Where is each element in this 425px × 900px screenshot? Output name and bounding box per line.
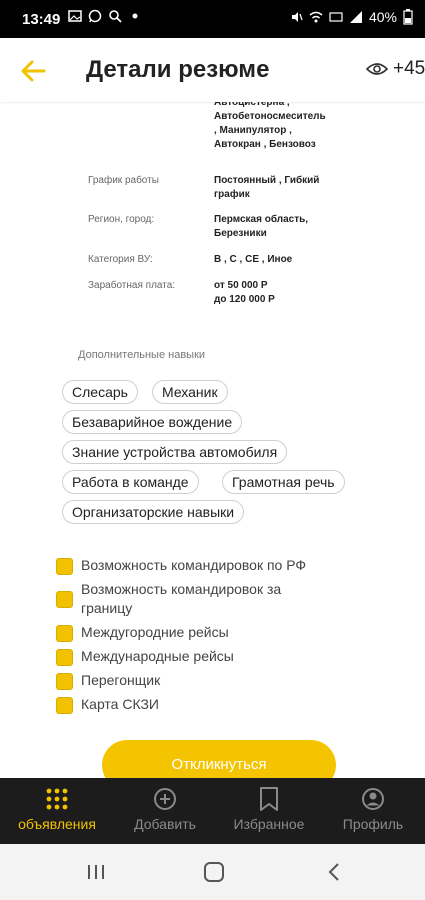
field-value: Постоянный , Гибкий график	[214, 175, 320, 200]
wifi-icon	[309, 11, 323, 23]
system-nav-bar	[0, 844, 425, 900]
recents-button[interactable]	[76, 858, 116, 886]
checkbox-label: Возможность командировок за границу	[81, 581, 282, 616]
home-icon	[204, 862, 224, 882]
nav-item-ads[interactable]: объявления	[4, 786, 110, 832]
field-value: Пермская область, Березники	[214, 214, 309, 239]
status-time: 13:49	[22, 11, 61, 28]
checkbox-row[interactable]: Перегонщик	[56, 671, 351, 690]
field-label: Регион, город:	[88, 214, 155, 225]
bottom-nav: объявления Добавить Избранное Профиль	[0, 778, 425, 844]
battery-icon	[403, 9, 413, 25]
field-label: График работы	[88, 175, 159, 186]
skill-chip: Безаварийное вождение	[62, 410, 243, 434]
checkbox-checked[interactable]	[56, 625, 73, 642]
nav-item-add[interactable]: Добавить	[112, 786, 218, 832]
checkbox-label: Перегонщик	[81, 672, 161, 688]
views-counter: +45	[366, 58, 425, 80]
skill-chip: Работа в команде	[62, 470, 199, 494]
checkbox-label: Международные рейсы	[81, 648, 234, 664]
skill-chip: Знание устройства автомобиля	[62, 440, 288, 464]
field-value: B , C , CE , Иное	[214, 254, 293, 265]
skill-chip: Механик	[152, 380, 228, 404]
app-bar: Детали резюме +45	[0, 38, 425, 102]
checkbox-label: Междугородние рейсы	[81, 624, 229, 640]
checkbox-row[interactable]: Международные рейсы	[56, 647, 351, 666]
checkbox-checked[interactable]	[56, 558, 73, 575]
nav-label: Добавить	[134, 816, 196, 832]
home-button[interactable]	[194, 858, 234, 886]
checkbox-checked[interactable]	[56, 591, 73, 608]
signal-icon	[349, 11, 362, 23]
vehicle-types-value: Автоцистерна , Автобетоносмеситель , Ман…	[214, 102, 326, 150]
profile-icon	[362, 788, 384, 810]
nav-item-profile[interactable]: Профиль	[320, 786, 425, 832]
plus-circle-icon	[154, 788, 176, 810]
checkbox-row[interactable]: Междугородние рейсы	[56, 623, 351, 642]
checkbox-checked[interactable]	[56, 673, 73, 690]
mute-icon	[291, 12, 303, 22]
checkbox-label: Карта СКЗИ	[81, 696, 159, 712]
resume-details: Автоцистерна , Автобетоносмеситель , Ман…	[0, 102, 425, 778]
checkbox-row[interactable]: Карта СКЗИ	[56, 695, 351, 714]
chevron-left-icon	[328, 863, 339, 881]
field-value: от 50 000 Р до 120 000 Р	[214, 280, 275, 305]
checkbox-checked[interactable]	[56, 697, 73, 714]
back-arrow-icon[interactable]	[18, 56, 48, 86]
volte-icon	[329, 12, 343, 22]
skills-title: Дополнительные навыки	[78, 349, 206, 361]
respond-button[interactable]: Откликнуться	[102, 740, 336, 778]
nav-label: объявления	[18, 816, 96, 832]
nav-label: Избранное	[233, 816, 305, 832]
gallery-icon	[68, 10, 82, 22]
skill-chip: Грамотная речь	[222, 470, 345, 494]
checkbox-row[interactable]: Возможность командировок по РФ	[56, 556, 351, 575]
whatsapp-icon	[88, 9, 102, 23]
dot-icon	[132, 13, 138, 19]
search-icon	[109, 10, 122, 23]
checkbox-label: Возможность командировок по РФ	[81, 557, 307, 573]
nav-item-favorites[interactable]: Избранное	[216, 786, 322, 832]
field-label: Категория ВУ:	[88, 254, 153, 265]
skill-chip: Организаторские навыки	[62, 500, 245, 524]
recents-icon	[88, 865, 104, 879]
page-title: Детали резюме	[86, 56, 270, 83]
views-count: +45	[393, 58, 425, 79]
grid-icon	[46, 788, 68, 810]
eye-icon	[366, 63, 388, 75]
battery-percent: 40%	[368, 9, 397, 25]
field-label: Заработная плата:	[88, 280, 176, 291]
system-back-button[interactable]	[314, 858, 354, 886]
checkbox-checked[interactable]	[56, 649, 73, 666]
bookmark-icon	[260, 787, 278, 811]
status-bar: 13:49 40%	[0, 0, 425, 38]
skill-chip: Слесарь	[62, 380, 138, 404]
nav-label: Профиль	[342, 816, 404, 832]
checkbox-row[interactable]: Возможность командировок за границу	[56, 580, 331, 618]
